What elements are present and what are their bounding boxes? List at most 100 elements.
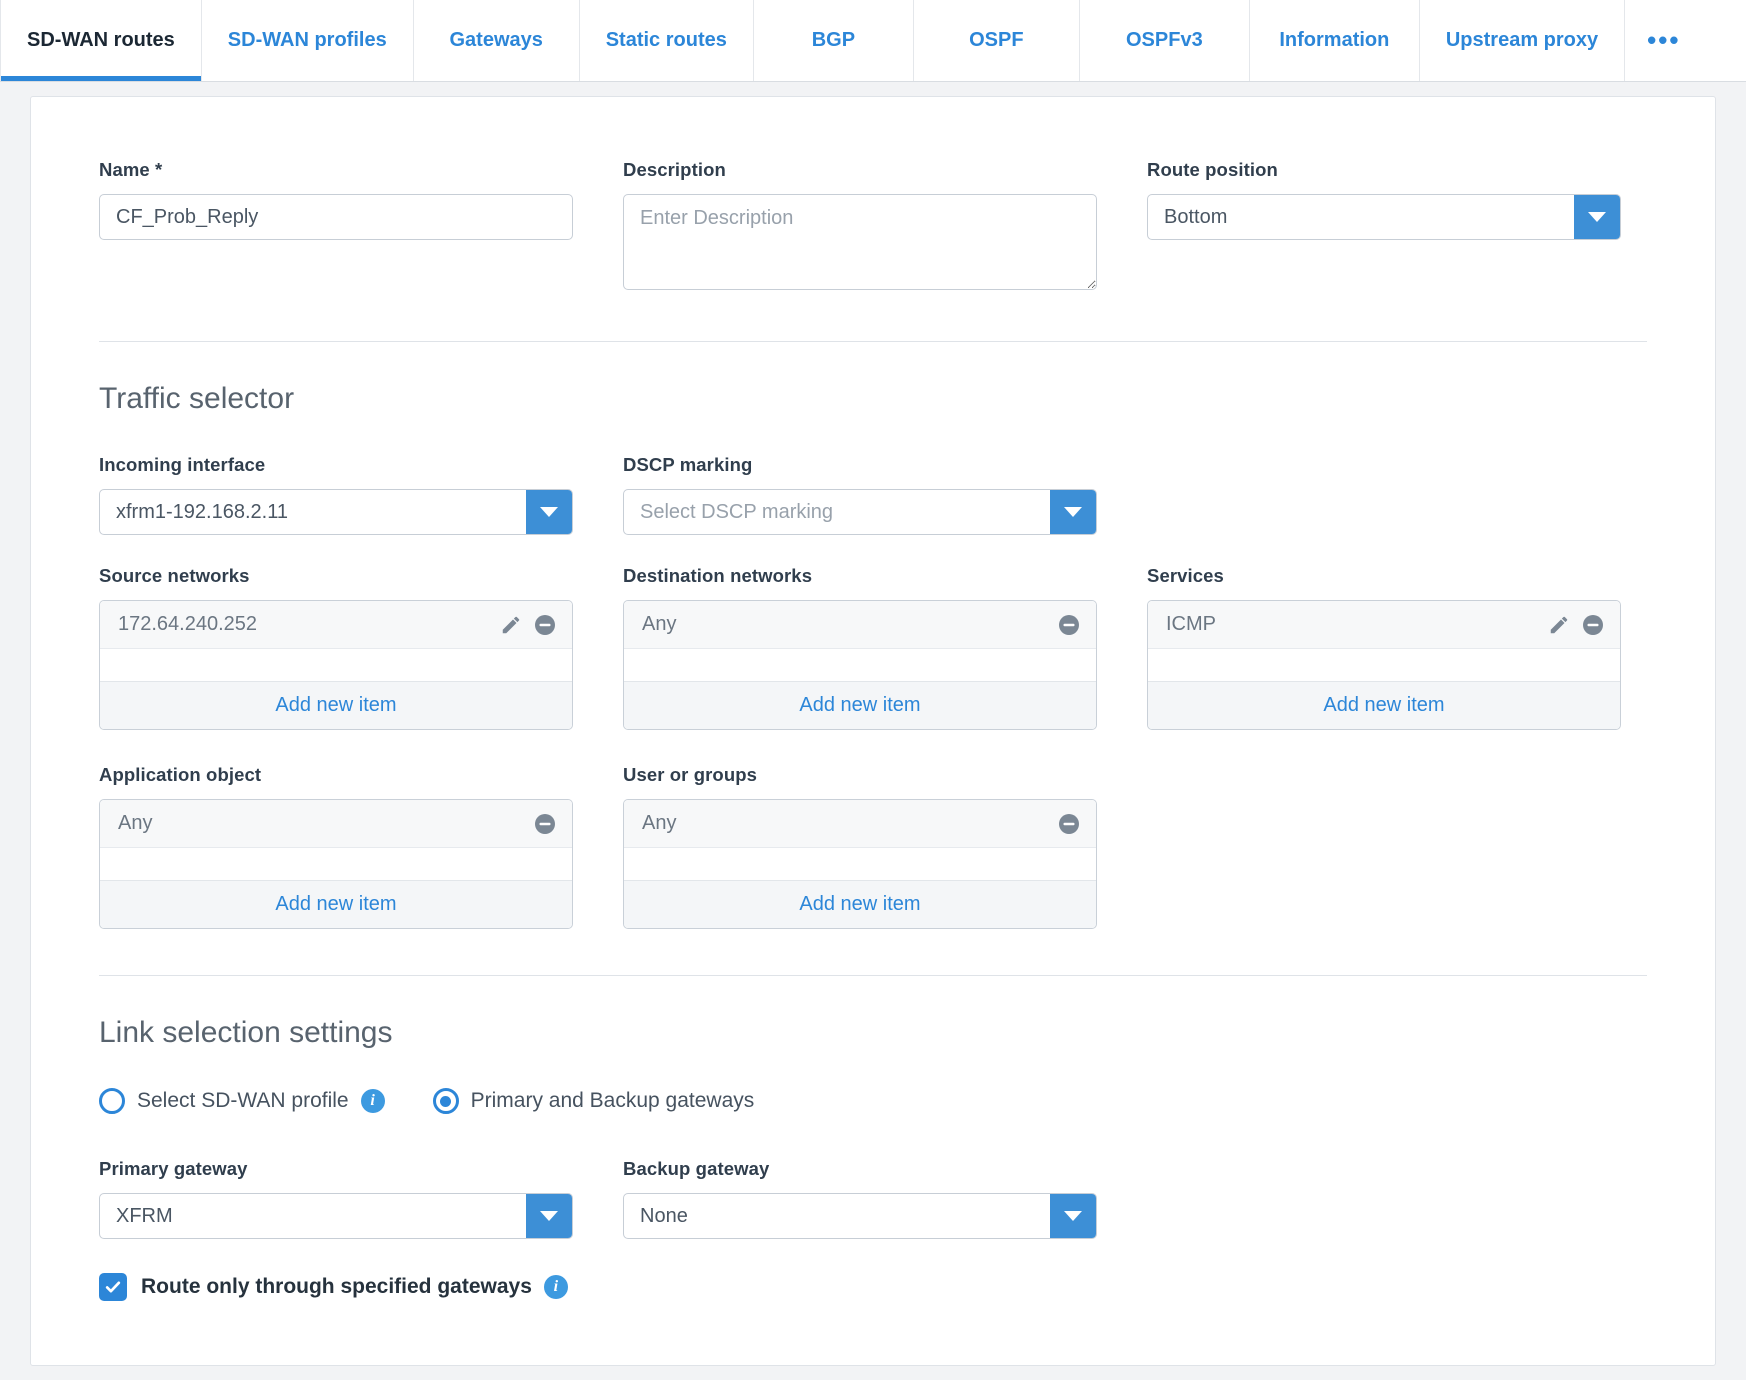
tab-label: SD-WAN routes bbox=[27, 29, 175, 51]
radio-icon[interactable] bbox=[432, 1088, 459, 1114]
user-or-groups-label: User or groups bbox=[623, 764, 758, 785]
name-field-group: Name * bbox=[99, 159, 573, 295]
tab-label: SD-WAN profiles bbox=[227, 29, 387, 51]
list-item[interactable]: Any bbox=[624, 800, 1096, 848]
divider-link-selection bbox=[99, 975, 1647, 976]
dscp-marking-value: Select DSCP marking bbox=[640, 500, 834, 523]
primary-gateway-select[interactable]: XFRM bbox=[99, 1193, 573, 1239]
route-form-card: Name * Description Route position Bottom bbox=[30, 96, 1716, 1366]
description-field-group: Description bbox=[623, 159, 1097, 295]
source-networks-label: Source networks bbox=[99, 565, 250, 586]
radio-select-sd-wan-profile[interactable]: Select SD-WAN profile i bbox=[99, 1088, 385, 1114]
add-new-item-button[interactable]: Add new item bbox=[624, 681, 1096, 729]
edit-icon[interactable] bbox=[1546, 612, 1572, 638]
tab-bgp[interactable]: BGP bbox=[753, 0, 914, 81]
remove-icon[interactable] bbox=[1580, 612, 1606, 638]
tab-overflow-menu-icon[interactable]: ••• bbox=[1625, 0, 1703, 81]
chevron-down-icon[interactable] bbox=[526, 490, 572, 534]
backup-gateway-select[interactable]: None bbox=[623, 1193, 1097, 1239]
primary-gateway-group: Primary gateway XFRM bbox=[99, 1158, 573, 1239]
tab-upstream-proxy[interactable]: Upstream proxy bbox=[1419, 0, 1626, 81]
remove-icon[interactable] bbox=[1056, 612, 1082, 638]
application-user-spacer bbox=[1147, 764, 1621, 929]
user-or-groups-items: Any bbox=[624, 800, 1096, 848]
tab-label: Gateways bbox=[449, 29, 543, 51]
gateway-row: Primary gateway XFRM Backup gateway None bbox=[99, 1158, 1647, 1239]
divider-traffic-selector bbox=[99, 341, 1647, 342]
tab-ospfv3[interactable]: OSPFv3 bbox=[1079, 0, 1250, 81]
chevron-down-icon[interactable] bbox=[1574, 195, 1620, 239]
route-position-field-group: Route position Bottom bbox=[1147, 159, 1621, 295]
listbox-empty-space bbox=[100, 848, 572, 880]
application-object-label: Application object bbox=[99, 764, 262, 785]
chevron-down-icon[interactable] bbox=[1050, 1194, 1096, 1238]
edit-icon[interactable] bbox=[498, 612, 524, 638]
services-group: Services ICMP Add new item bbox=[1147, 565, 1621, 730]
tab-information[interactable]: Information bbox=[1249, 0, 1420, 81]
tab-ospf[interactable]: OSPF bbox=[913, 0, 1080, 81]
list-item-label: 172.64.240.252 bbox=[118, 613, 258, 635]
tab-label: Static routes bbox=[605, 29, 727, 51]
listbox-empty-space bbox=[624, 848, 1096, 880]
name-input[interactable] bbox=[99, 194, 573, 240]
interface-dscp-spacer bbox=[1147, 454, 1621, 535]
application-object-group: Application object Any Add new item bbox=[99, 764, 573, 929]
listbox-empty-space bbox=[624, 649, 1096, 681]
description-textarea[interactable] bbox=[623, 194, 1097, 290]
list-item[interactable]: Any bbox=[100, 800, 572, 848]
radio-label: Select SD-WAN profile bbox=[137, 1089, 349, 1112]
route-position-value: Bottom bbox=[1164, 205, 1228, 228]
backup-gateway-label: Backup gateway bbox=[623, 1158, 770, 1179]
tab-label: Information bbox=[1279, 29, 1390, 51]
backup-gateway-group: Backup gateway None bbox=[623, 1158, 1097, 1239]
chevron-down-icon[interactable] bbox=[1050, 490, 1096, 534]
tab-label: OSPFv3 bbox=[1126, 29, 1203, 51]
primary-gateway-label: Primary gateway bbox=[99, 1158, 248, 1179]
route-position-label: Route position bbox=[1147, 159, 1278, 180]
list-item-label: ICMP bbox=[1166, 613, 1216, 635]
incoming-interface-label: Incoming interface bbox=[99, 454, 266, 475]
sdwan-route-page: SD-WAN routes SD-WAN profiles Gateways S… bbox=[0, 0, 1746, 1380]
tab-sd-wan-routes[interactable]: SD-WAN routes bbox=[0, 0, 202, 81]
route-position-select[interactable]: Bottom bbox=[1147, 194, 1621, 240]
info-icon[interactable]: i bbox=[543, 1275, 568, 1299]
remove-icon[interactable] bbox=[532, 612, 558, 638]
list-item-label: Any bbox=[642, 812, 677, 834]
radio-primary-and-backup-gateways[interactable]: Primary and Backup gateways bbox=[432, 1088, 754, 1114]
destination-networks-items: Any bbox=[624, 601, 1096, 649]
list-item[interactable]: ICMP bbox=[1148, 601, 1620, 649]
add-new-item-button[interactable]: Add new item bbox=[624, 880, 1096, 928]
add-new-item-button[interactable]: Add new item bbox=[100, 880, 572, 928]
backup-gateway-value: None bbox=[640, 1204, 688, 1227]
application-object-items: Any bbox=[100, 800, 572, 848]
remove-icon[interactable] bbox=[1056, 811, 1082, 837]
incoming-interface-select[interactable]: xfrm1-192.168.2.11 bbox=[99, 489, 573, 535]
services-label: Services bbox=[1147, 565, 1224, 586]
info-icon[interactable]: i bbox=[360, 1089, 385, 1113]
application-object-listbox: Any Add new item bbox=[99, 799, 573, 929]
remove-icon[interactable] bbox=[532, 811, 558, 837]
list-item[interactable]: 172.64.240.252 bbox=[100, 601, 572, 649]
description-label: Description bbox=[623, 159, 726, 180]
ellipsis-icon: ••• bbox=[1647, 25, 1681, 55]
link-selection-heading: Link selection settings bbox=[99, 1016, 393, 1049]
chevron-down-icon[interactable] bbox=[526, 1194, 572, 1238]
link-selection-radio-group: Select SD-WAN profile i Primary and Back… bbox=[99, 1088, 1647, 1114]
tab-gateways[interactable]: Gateways bbox=[413, 0, 580, 81]
incoming-interface-value: xfrm1-192.168.2.11 bbox=[116, 500, 288, 523]
networks-services-row: Source networks 172.64.240.252 Add new i… bbox=[99, 565, 1647, 730]
services-items: ICMP bbox=[1148, 601, 1620, 649]
add-new-item-button[interactable]: Add new item bbox=[1148, 681, 1620, 729]
destination-networks-listbox: Any Add new item bbox=[623, 600, 1097, 730]
gateway-spacer bbox=[1147, 1158, 1621, 1239]
tab-static-routes[interactable]: Static routes bbox=[579, 0, 754, 81]
source-networks-items: 172.64.240.252 bbox=[100, 601, 572, 649]
radio-icon[interactable] bbox=[99, 1088, 125, 1114]
list-item[interactable]: Any bbox=[624, 601, 1096, 649]
user-or-groups-listbox: Any Add new item bbox=[623, 799, 1097, 929]
dscp-marking-select[interactable]: Select DSCP marking bbox=[623, 489, 1097, 535]
add-new-item-button[interactable]: Add new item bbox=[100, 681, 572, 729]
tab-bar: SD-WAN routes SD-WAN profiles Gateways S… bbox=[0, 0, 1746, 82]
tab-sd-wan-profiles[interactable]: SD-WAN profiles bbox=[201, 0, 414, 81]
route-only-checkbox[interactable] bbox=[99, 1273, 127, 1301]
